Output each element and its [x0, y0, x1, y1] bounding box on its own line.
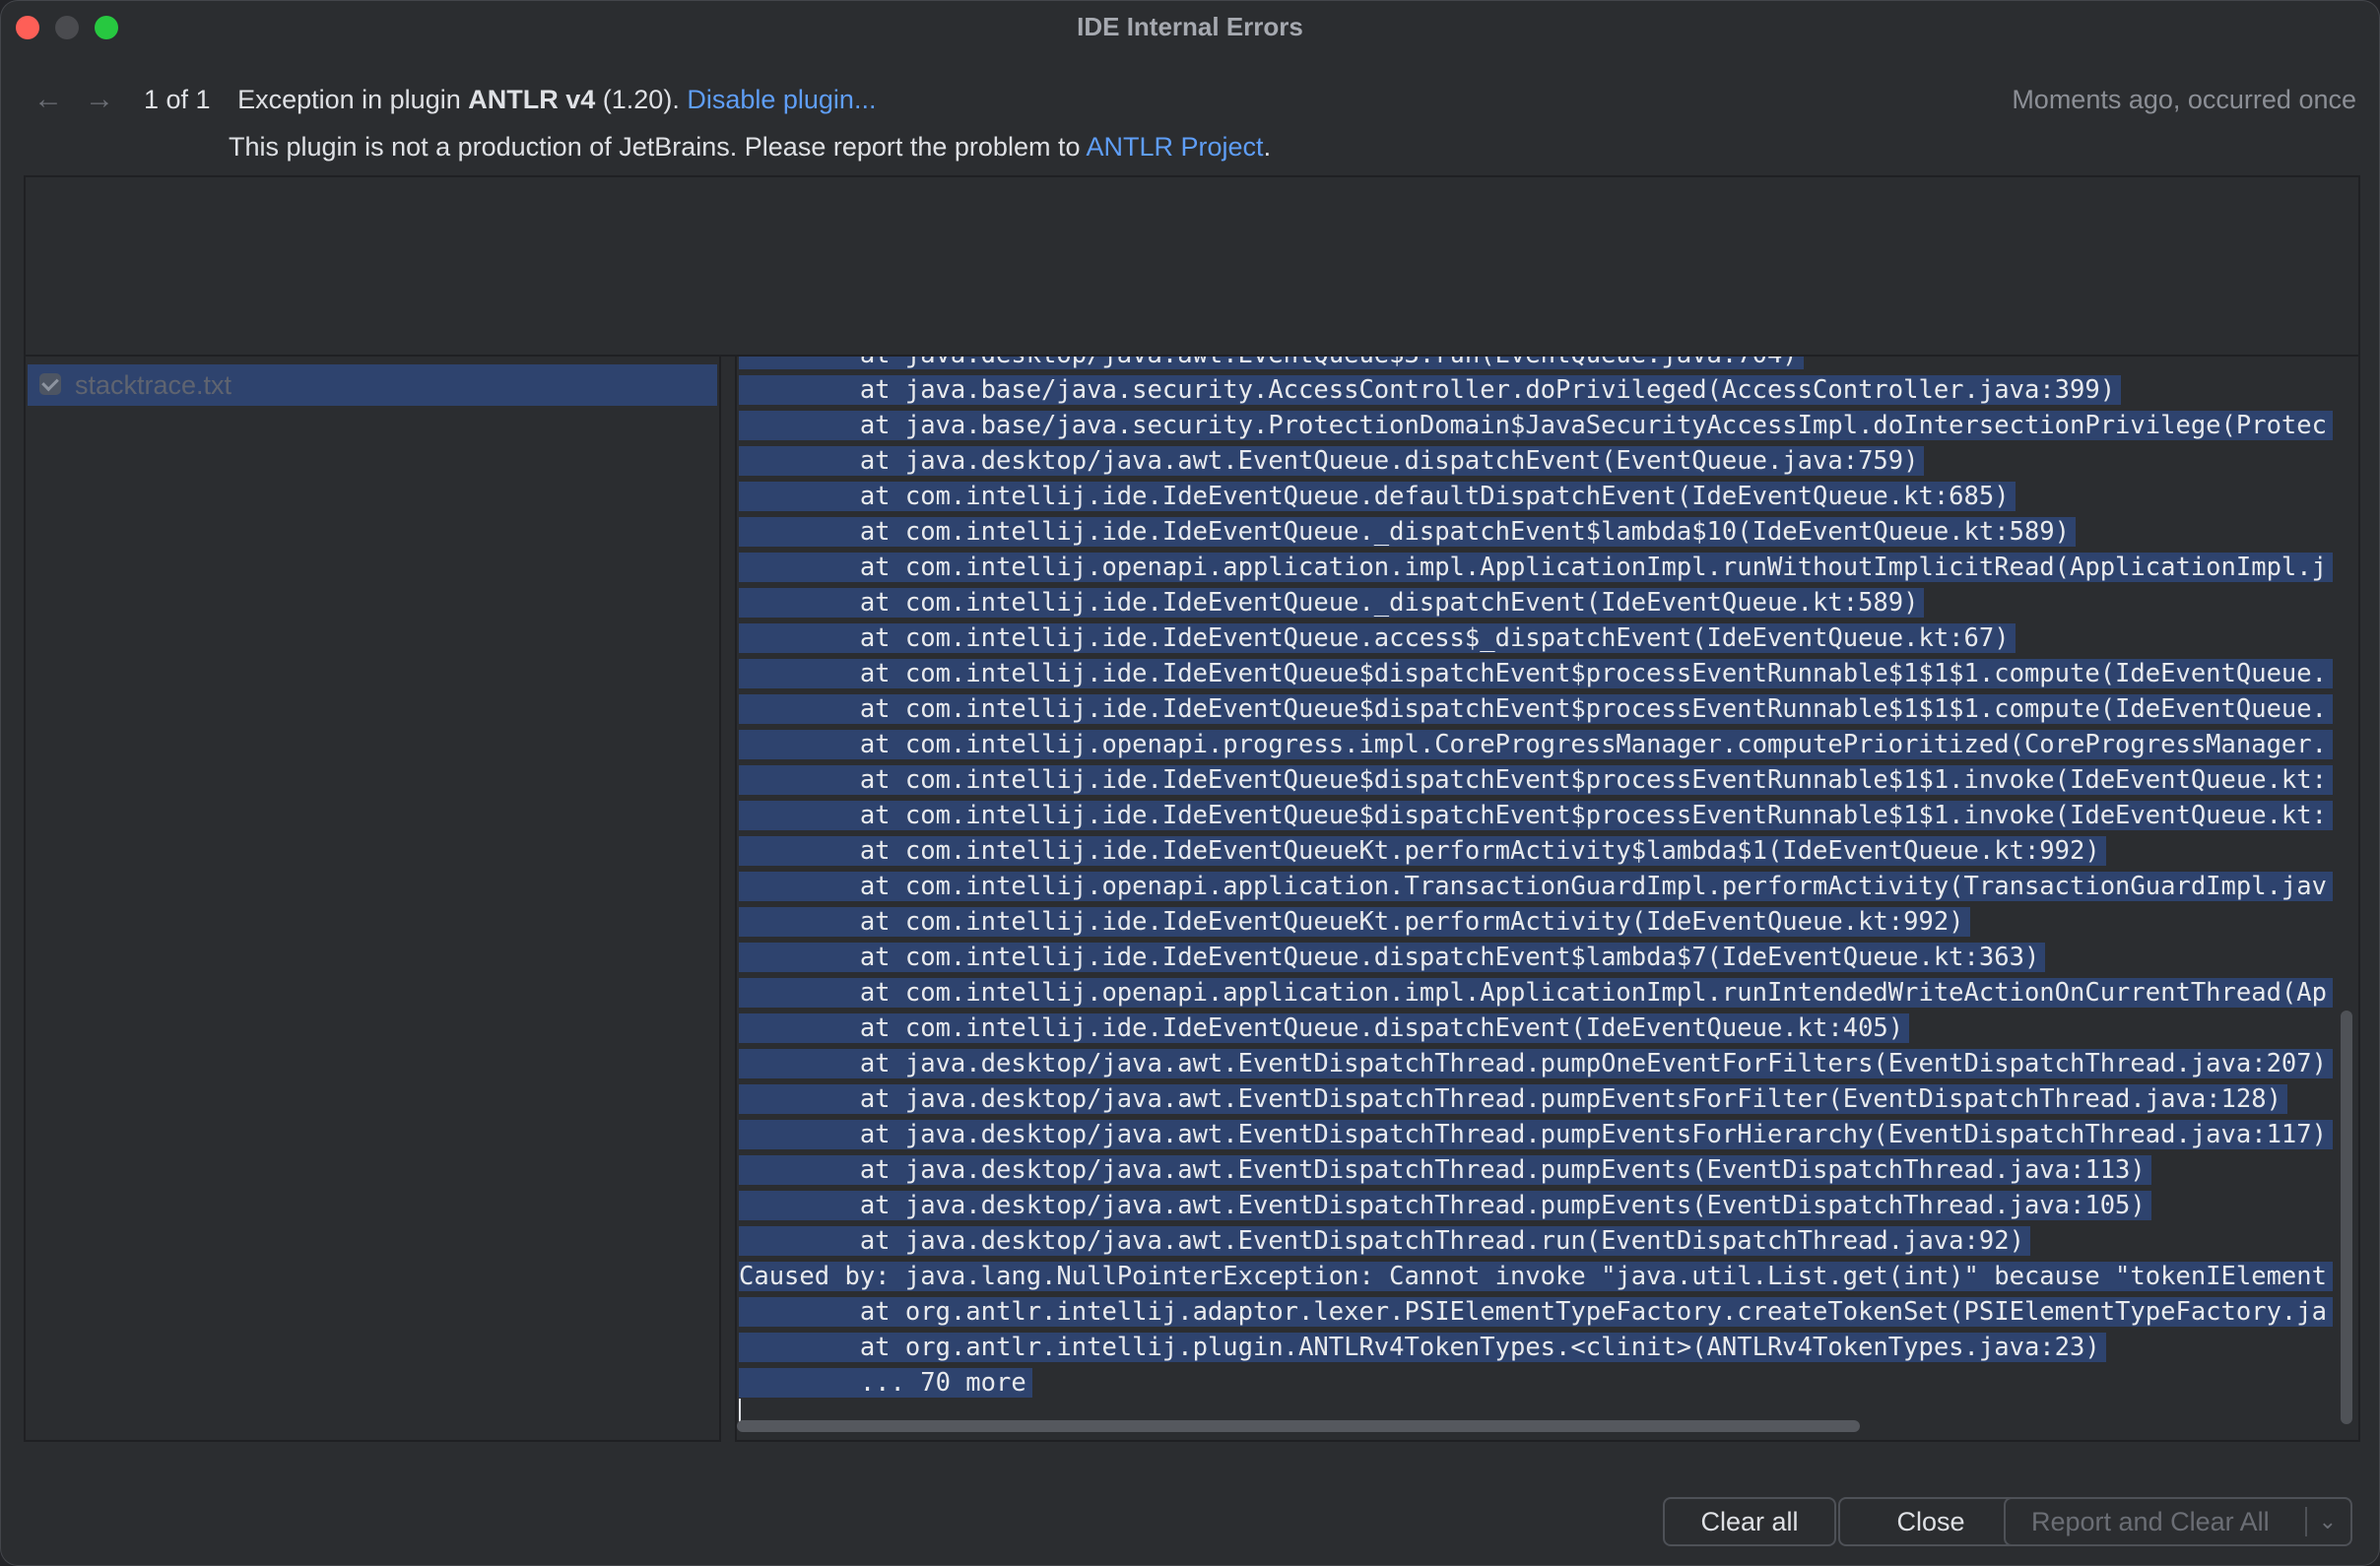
stacktrace-line: at java.base/java.security.ProtectionDom… — [739, 408, 2333, 443]
attachment-item[interactable]: stacktrace.txt — [28, 364, 717, 406]
stacktrace-line: at java.desktop/java.awt.EventDispatchTh… — [739, 1117, 2333, 1152]
title-bar: IDE Internal Errors — [0, 0, 2380, 55]
close-button[interactable]: Close — [1838, 1497, 2023, 1546]
stacktrace-line: at com.intellij.ide.IdeEventQueue$dispat… — [739, 762, 2333, 798]
stacktrace-line: at com.intellij.ide.IdeEventQueue$dispat… — [739, 656, 2333, 691]
stacktrace-line: at com.intellij.ide.IdeEventQueue.access… — [739, 620, 2333, 656]
stacktrace-line: at java.desktop/java.awt.EventDispatchTh… — [739, 1188, 2333, 1223]
stacktrace-line: at org.antlr.intellij.adaptor.lexer.PSIE… — [739, 1294, 2333, 1330]
stacktrace-line: at java.base/java.security.AccessControl… — [739, 372, 2333, 408]
attachment-name: stacktrace.txt — [75, 370, 232, 400]
arrow-right-icon[interactable]: → — [85, 83, 114, 116]
horizontal-scrollbar[interactable] — [737, 1420, 1860, 1432]
stacktrace-line: at com.intellij.ide.IdeEventQueue$dispat… — [739, 691, 2333, 727]
plugin-name: ANTLR v4 — [468, 85, 596, 114]
attachments-list: stacktrace.txt — [24, 355, 721, 1442]
stacktrace-text[interactable]: at java.desktop/java.awt.EventQueue$3.ru… — [739, 357, 2333, 1401]
error-header: 1 of 1 Exception in plugin ANTLR v4 (1.2… — [144, 85, 876, 115]
error-prefix: Exception in plugin — [237, 85, 461, 114]
stacktrace-line: at com.intellij.ide.IdeEventQueueKt.perf… — [739, 833, 2333, 869]
error-counter: 1 of 1 — [144, 85, 211, 114]
stacktrace-line: at org.antlr.intellij.plugin.ANTLRv4Toke… — [739, 1330, 2333, 1365]
notice-end: . — [1263, 132, 1272, 162]
stacktrace-line: at com.intellij.ide.IdeEventQueue.defaul… — [739, 479, 2333, 514]
stacktrace-line: at com.intellij.ide.IdeEventQueueKt.perf… — [739, 904, 2333, 940]
plugin-notice: This plugin is not a production of JetBr… — [229, 132, 1271, 163]
clear-all-button[interactable]: Clear all — [1663, 1497, 1836, 1546]
report-and-clear-all-button[interactable]: Report and Clear All ⌄ — [2004, 1497, 2352, 1546]
stacktrace-line: at com.intellij.openapi.progress.impl.Co… — [739, 727, 2333, 762]
comment-textarea[interactable] — [24, 175, 2360, 357]
stacktrace-line: at com.intellij.ide.IdeEventQueue$dispat… — [739, 798, 2333, 833]
stacktrace-line: Caused by: java.lang.NullPointerExceptio… — [739, 1259, 2333, 1294]
report-project-link[interactable]: ANTLR Project — [1087, 132, 1264, 162]
notice-text: This plugin is not a production of JetBr… — [229, 132, 1081, 162]
stacktrace-line: at com.intellij.ide.IdeEventQueue._dispa… — [739, 585, 2333, 620]
attachment-checkbox[interactable] — [39, 373, 61, 395]
stacktrace-line: at java.desktop/java.awt.EventDispatchTh… — [739, 1223, 2333, 1259]
stacktrace-line: ... 70 more — [739, 1365, 2333, 1401]
plugin-version: (1.20). — [602, 85, 680, 114]
button-divider — [2305, 1507, 2307, 1536]
dialog-window: IDE Internal Errors ← → 1 of 1 Exception… — [0, 0, 2380, 1566]
stacktrace-line: at com.intellij.ide.IdeEventQueue.dispat… — [739, 940, 2333, 975]
report-button-label: Report and Clear All — [2031, 1507, 2270, 1536]
arrow-left-icon[interactable]: ← — [33, 83, 63, 116]
stacktrace-line: at com.intellij.ide.IdeEventQueue._dispa… — [739, 514, 2333, 550]
stacktrace-line: at com.intellij.openapi.application.impl… — [739, 975, 2333, 1011]
stacktrace-line: at java.desktop/java.awt.EventDispatchTh… — [739, 1152, 2333, 1188]
stacktrace-line: at java.desktop/java.awt.EventDispatchTh… — [739, 1081, 2333, 1117]
stacktrace-line: at com.intellij.openapi.application.impl… — [739, 550, 2333, 585]
stacktrace-line: at java.desktop/java.awt.EventQueue.disp… — [739, 443, 2333, 479]
stacktrace-viewer[interactable]: at java.desktop/java.awt.EventQueue$3.ru… — [735, 355, 2360, 1442]
vertical-scrollbar[interactable] — [2341, 1011, 2352, 1424]
stacktrace-line: at java.desktop/java.awt.EventDispatchTh… — [739, 1046, 2333, 1081]
stacktrace-line: at java.desktop/java.awt.EventQueue$3.ru… — [739, 357, 2333, 372]
stacktrace-line: at com.intellij.ide.IdeEventQueue.dispat… — [739, 1011, 2333, 1046]
stacktrace-line: at com.intellij.openapi.application.Tran… — [739, 869, 2333, 904]
window-title: IDE Internal Errors — [1077, 12, 1303, 41]
occurrence-info: Moments ago, occurred once — [2012, 85, 2356, 114]
disable-plugin-link[interactable]: Disable plugin... — [687, 85, 876, 114]
chevron-down-icon[interactable]: ⌄ — [2319, 1499, 2337, 1544]
